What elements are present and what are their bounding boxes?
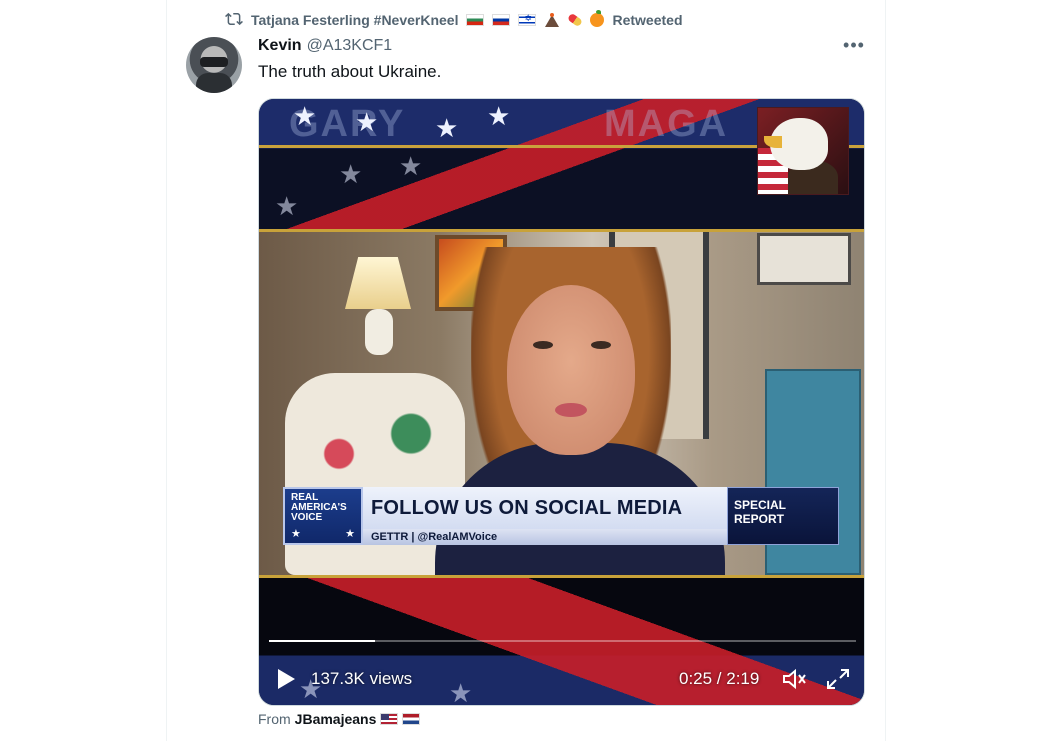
retweeter-name[interactable]: Tatjana Festerling #NeverKneel bbox=[251, 12, 458, 28]
eagle-emblem bbox=[757, 107, 849, 195]
flag-israel-icon bbox=[518, 13, 537, 26]
presenter-face bbox=[507, 285, 635, 455]
retweet-icon bbox=[225, 10, 243, 31]
star-icon: ★ bbox=[275, 191, 299, 221]
presenter-eye bbox=[533, 341, 553, 349]
fullscreen-icon bbox=[827, 669, 849, 689]
star-icon: ★ bbox=[345, 528, 355, 540]
star-icon: ★ bbox=[355, 107, 379, 137]
flag-russia-icon bbox=[492, 14, 511, 26]
lower-third: REAL AMERICA'S VOICE ★ ★ FOLLOW US ON SOC… bbox=[283, 487, 839, 545]
play-icon bbox=[278, 669, 295, 689]
mute-button[interactable] bbox=[781, 667, 807, 691]
frame-border bbox=[259, 229, 864, 232]
star-icon: ★ bbox=[291, 528, 301, 540]
lower-third-main: FOLLOW US ON SOCIAL MEDIA GETTR | @RealA… bbox=[363, 487, 727, 545]
presenter-mouth bbox=[555, 403, 587, 417]
play-button[interactable] bbox=[275, 667, 297, 691]
video-banner-top: GARY MAGA ★ ★ ★ ★ ★ ★ ★ bbox=[259, 99, 864, 229]
star-icon: ★ bbox=[487, 101, 511, 131]
channel-logo: REAL AMERICA'S VOICE ★ ★ bbox=[283, 487, 363, 545]
more-options-icon: ••• bbox=[843, 34, 865, 55]
video-progress-fill bbox=[269, 640, 375, 642]
banner-word: MAGA bbox=[604, 103, 729, 145]
video-controls: 137.3K views 0:25 / 2:19 bbox=[259, 659, 864, 699]
presenter-eye bbox=[591, 341, 611, 349]
avatar[interactable] bbox=[186, 37, 242, 93]
lamp-shade bbox=[345, 257, 411, 309]
star-icon: ★ bbox=[339, 159, 363, 189]
special-report-tag: SPECIAL REPORT bbox=[727, 487, 839, 545]
flag-bulgaria-icon bbox=[466, 14, 485, 26]
volume-muted-icon bbox=[783, 668, 806, 690]
view-count: 137.3K views bbox=[311, 669, 413, 688]
fullscreen-button[interactable] bbox=[825, 667, 851, 691]
volcano-icon bbox=[544, 13, 560, 27]
logo-line: VOICE bbox=[291, 512, 323, 523]
retweet-context: Tatjana Festerling #NeverKneel Retweeted bbox=[225, 9, 683, 31]
source-name[interactable]: JBamajeans bbox=[295, 711, 377, 727]
flag-us-icon bbox=[380, 713, 399, 725]
pill-icon bbox=[567, 12, 584, 28]
lower-third-headline: FOLLOW US ON SOCIAL MEDIA bbox=[371, 497, 683, 519]
video-source: From JBamajeans bbox=[258, 711, 421, 727]
video-player[interactable]: GARY MAGA ★ ★ ★ ★ ★ ★ ★ REAL AMERICA'S V… bbox=[258, 98, 865, 706]
lower-third-subline: GETTR | @RealAMVoice bbox=[363, 529, 727, 545]
author-handle[interactable]: @A13KCF1 bbox=[307, 37, 393, 55]
lamp-base bbox=[365, 309, 393, 355]
star-icon: ★ bbox=[435, 113, 459, 143]
star-icon: ★ bbox=[399, 151, 423, 181]
author-name[interactable]: Kevin bbox=[258, 37, 302, 55]
tweet-text: The truth about Ukraine. bbox=[258, 62, 442, 81]
framed-picture bbox=[757, 233, 851, 285]
flag-netherlands-icon bbox=[402, 713, 421, 725]
video-progress-bar[interactable] bbox=[269, 640, 856, 642]
star-icon: ★ bbox=[293, 101, 317, 131]
orange-icon bbox=[590, 10, 605, 27]
author-line: Kevin @A13KCF1 bbox=[258, 37, 392, 55]
video-time: 0:25 / 2:19 bbox=[679, 669, 760, 688]
source-prefix: From bbox=[258, 711, 291, 727]
retweeted-label: Retweeted bbox=[612, 12, 683, 28]
more-options-button[interactable]: ••• bbox=[838, 34, 870, 56]
